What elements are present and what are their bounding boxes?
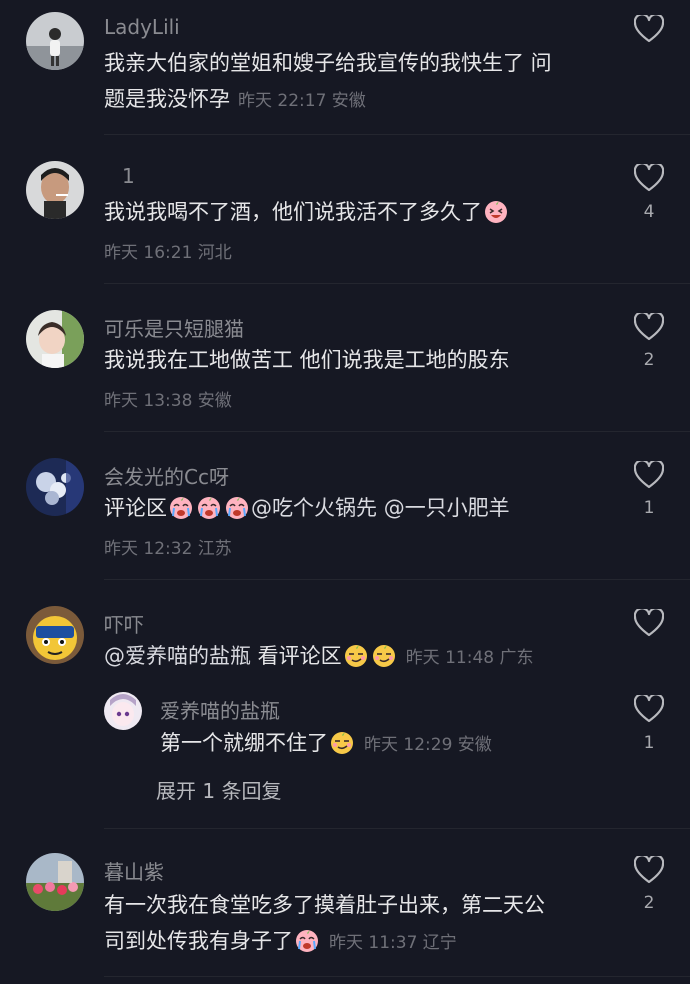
avatar[interactable] — [26, 606, 84, 664]
divider — [104, 283, 690, 284]
comment-text-line2: 司到处传我有身子了 昨天 11:37 辽宁 — [104, 927, 457, 953]
comment-text: 我说我在工地做苦工 他们说我是工地的股东 — [104, 348, 510, 372]
comment-meta: 昨天 11:48 广东 — [405, 648, 534, 668]
mention-link[interactable]: @吃个火锅先 — [251, 496, 377, 520]
crying-face-emoji — [294, 927, 320, 953]
laughing-face-emoji — [483, 198, 509, 224]
like-count: 1 — [643, 498, 655, 518]
comment-text-line2: 题是我没怀孕 昨天 22:17 安徽 — [104, 87, 366, 111]
heart-outline-icon[interactable] — [634, 313, 664, 341]
comment-text: 我亲大伯家的堂姐和嫂子给我宣传的我快生了 问 — [104, 51, 552, 75]
heart-outline-icon[interactable] — [634, 461, 664, 489]
divider — [104, 134, 690, 135]
heart-outline-icon[interactable] — [634, 695, 664, 723]
crying-face-emoji — [196, 494, 222, 520]
heart-outline-icon[interactable] — [634, 15, 664, 43]
heart-outline-icon[interactable] — [634, 164, 664, 192]
like-count: 4 — [643, 202, 655, 222]
crying-face-emoji — [224, 494, 250, 520]
comment-meta: 昨天 22:17 安徽 — [238, 91, 366, 111]
expand-replies-button[interactable]: 展开 1 条回复 — [156, 775, 281, 804]
comment-username[interactable]: 暮山紫 — [104, 856, 164, 885]
divider — [104, 976, 690, 977]
divider — [104, 579, 690, 580]
comment-username[interactable]: LadyLili — [104, 15, 180, 39]
reply-username[interactable]: 爱养喵的盐瓶 — [160, 695, 280, 724]
comment-list: LadyLili 我亲大伯家的堂姐和嫂子给我宣传的我快生了 问 题是我没怀孕 昨天… — [0, 0, 690, 984]
mention-link[interactable]: @爱养喵的盐瓶 — [104, 644, 251, 668]
avatar[interactable] — [26, 310, 84, 368]
comment-meta: 昨天 13:38 安徽 — [104, 391, 232, 411]
comment-meta: 昨天 16:21 河北 — [104, 243, 232, 263]
reply-meta: 昨天 12:29 安徽 — [364, 735, 492, 755]
heart-outline-icon[interactable] — [634, 856, 664, 884]
like-count: 2 — [643, 350, 655, 370]
smirk-face-emoji — [343, 642, 369, 668]
comment-meta: 昨天 12:32 江苏 — [104, 539, 232, 559]
comment-username[interactable]: 1 — [122, 164, 135, 188]
comment-text: 评论区 @吃个火锅先 @一只小肥羊 — [104, 494, 510, 520]
comment-text: 有一次我在食堂吃多了摸着肚子出来，第二天公 — [104, 893, 545, 917]
smirk-face-emoji — [329, 729, 355, 755]
crying-face-emoji — [168, 494, 194, 520]
heart-outline-icon[interactable] — [634, 609, 664, 637]
mention-link[interactable]: @一只小肥羊 — [384, 496, 510, 520]
like-count: 2 — [643, 893, 655, 913]
comment-username[interactable]: 吓吓 — [104, 609, 144, 638]
comment-username[interactable]: 会发光的Cc呀 — [104, 461, 229, 490]
avatar[interactable] — [26, 161, 84, 219]
divider — [104, 828, 690, 829]
like-count: 1 — [643, 733, 655, 753]
reply-text: 第一个就绷不住了 昨天 12:29 安徽 — [160, 729, 492, 755]
reply-avatar[interactable] — [104, 692, 142, 730]
comment-username[interactable]: 可乐是只短腿猫 — [104, 313, 244, 342]
comment-text: 我说我喝不了酒，他们说我活不了多久了 — [104, 196, 510, 228]
divider — [104, 431, 690, 432]
comment-text: @爱养喵的盐瓶 看评论区 昨天 11:48 广东 — [104, 642, 534, 668]
avatar[interactable] — [26, 12, 84, 70]
smirk-face-emoji — [371, 642, 397, 668]
avatar[interactable] — [26, 458, 84, 516]
avatar[interactable] — [26, 853, 84, 911]
comment-meta: 昨天 11:37 辽宁 — [329, 933, 457, 953]
